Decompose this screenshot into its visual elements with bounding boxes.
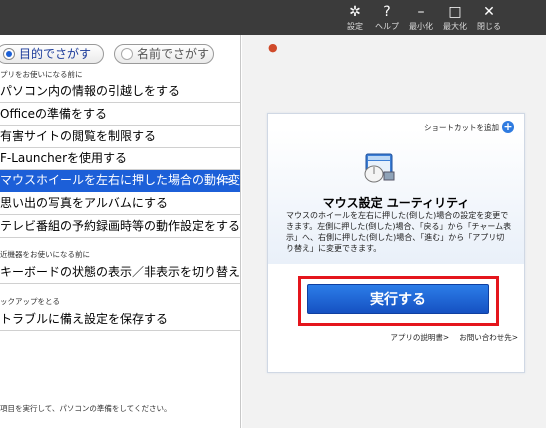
list-item[interactable]: トラブルに備え設定を保存する bbox=[0, 309, 240, 331]
highlight-frame: 実行する bbox=[298, 276, 499, 326]
section-header: 近機器をお使いになる前に bbox=[0, 250, 90, 259]
detail-pane: ● ショートカットを追加 + マウス設定 ユーティリティ マウスのホイールを左右… bbox=[242, 35, 546, 428]
title-bar: ✲ 設定 ? ヘルプ – 最小化 □ 最大化 ✕ 閉じる bbox=[0, 0, 546, 35]
dot-icon: ● bbox=[268, 41, 278, 54]
section-header: プリをお使いになる前に bbox=[0, 70, 83, 79]
minimize-icon: – bbox=[417, 4, 425, 20]
add-shortcut-link[interactable]: ショートカットを追加 + bbox=[424, 121, 514, 133]
list-item-selected[interactable]: マウスホイールを左右に押した場合の動作変更 >> bbox=[0, 170, 240, 192]
app-title: マウス設定 ユーティリティ bbox=[322, 196, 470, 210]
close-icon: ✕ bbox=[483, 4, 495, 20]
list-item[interactable]: パソコン内の情報の引越しをする bbox=[0, 81, 240, 103]
list-item[interactable]: Officeの準備をする bbox=[0, 104, 240, 126]
card-links: アプリの説明書> お問い合わせ先> bbox=[268, 332, 524, 343]
list-item[interactable]: キーボードの状態の表示／非表示を切り替える bbox=[0, 262, 240, 284]
list-item[interactable]: 有害サイトの閲覧を制限する bbox=[0, 126, 240, 148]
app-description: マウスのホイールを左右に押した(倒した)場合の設定を変更できます。左側に押した(… bbox=[286, 211, 512, 253]
search-mode-bar: 目的でさがす 名前でさがす bbox=[0, 35, 241, 67]
question-icon: ? bbox=[383, 4, 391, 20]
search-by-purpose-button[interactable]: 目的でさがす bbox=[0, 44, 104, 64]
list-item[interactable]: 思い出の写真をアルバムにする bbox=[0, 193, 240, 215]
app-detail-card: ショートカットを追加 + マウス設定 ユーティリティ マウスのホイールを左右に押… bbox=[267, 113, 525, 373]
maximize-button[interactable]: □ 最大化 bbox=[438, 0, 472, 35]
section-header: ックアップをとる bbox=[0, 297, 60, 306]
search-by-name-button[interactable]: 名前でさがす bbox=[114, 44, 214, 64]
radio-unselected-icon bbox=[121, 48, 133, 60]
list-item[interactable]: F-Launcherを使用する bbox=[0, 148, 240, 170]
close-button[interactable]: ✕ 閉じる bbox=[472, 0, 506, 35]
minimize-button[interactable]: – 最小化 bbox=[404, 0, 438, 35]
help-button[interactable]: ? ヘルプ bbox=[370, 0, 404, 35]
run-button[interactable]: 実行する bbox=[307, 284, 489, 314]
mouse-settings-app-icon bbox=[364, 153, 395, 183]
radio-selected-icon bbox=[3, 48, 15, 60]
settings-button[interactable]: ✲ 設定 bbox=[338, 0, 372, 35]
maximize-icon: □ bbox=[448, 4, 462, 20]
app-manual-link[interactable]: アプリの説明書> bbox=[390, 332, 449, 343]
footer-hint: 項目を実行して、パソコンの準備をしてください。 bbox=[0, 404, 172, 413]
double-chevron-right-icon: >> bbox=[215, 174, 234, 187]
plus-circle-icon: + bbox=[502, 120, 514, 133]
contact-link[interactable]: お問い合わせ先> bbox=[459, 332, 518, 343]
list-item[interactable]: テレビ番組の予約録画時等の動作設定をする bbox=[0, 216, 240, 238]
item-list-pane: 目的でさがす 名前でさがす プリをお使いになる前に パソコン内の情報の引越しをす… bbox=[0, 35, 241, 428]
gear-icon: ✲ bbox=[349, 4, 361, 20]
